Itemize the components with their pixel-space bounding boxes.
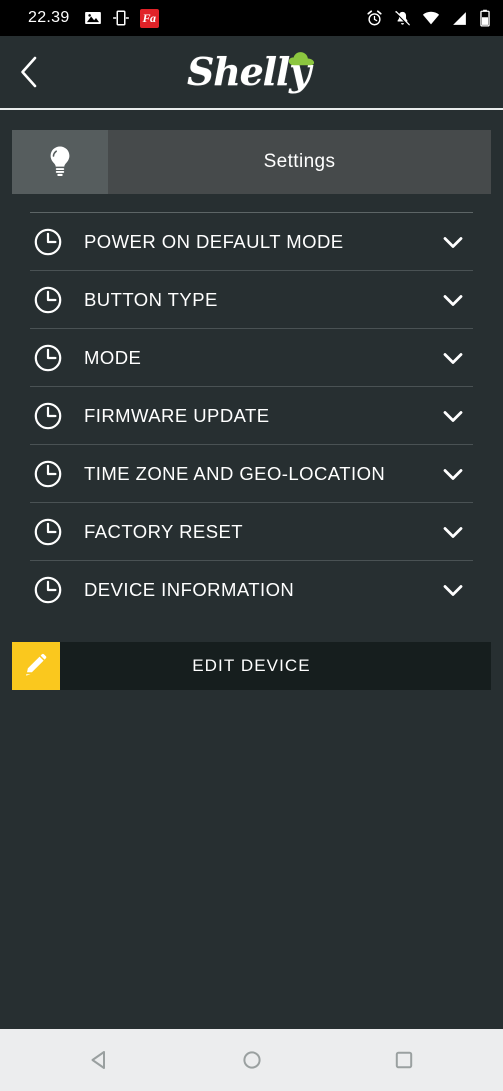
edit-device-label: EDIT DEVICE <box>192 656 311 675</box>
edit-device-button[interactable]: EDIT DEVICE <box>12 642 491 690</box>
settings-row-device-information[interactable]: DEVICE INFORMATION <box>30 560 473 618</box>
screenshot-icon <box>112 10 129 26</box>
nav-recents-button[interactable] <box>377 1033 431 1087</box>
app-bar: Shelly <box>0 36 503 110</box>
alarm-clock-icon <box>367 9 382 25</box>
clock-icon <box>30 517 66 547</box>
nav-back-button[interactable] <box>73 1033 127 1087</box>
chevron-left-icon <box>21 56 37 88</box>
settings-row-label: FACTORY RESET <box>84 520 244 542</box>
clock-icon <box>30 401 66 431</box>
status-bar-system-icons <box>366 9 491 27</box>
settings-row-time-zone-and-geo-location[interactable]: TIME ZONE AND GEO-LOCATION <box>30 444 473 502</box>
tab-bar: Settings <box>12 130 491 194</box>
clock-icon <box>30 343 66 373</box>
status-bar-notification-icons: Fa <box>84 8 159 28</box>
brand-logo: Shelly <box>0 36 503 108</box>
system-navigation-bar <box>0 1029 503 1091</box>
clock-icon <box>30 459 66 489</box>
image-icon <box>84 12 101 24</box>
status-bar: 22.39 Fa <box>0 0 503 36</box>
chevron-down-icon[interactable] <box>433 286 473 314</box>
settings-row-power-on-default-mode[interactable]: POWER ON DEFAULT MODE <box>30 212 473 270</box>
settings-row-mode[interactable]: MODE <box>30 328 473 386</box>
settings-row-label: DEVICE INFORMATION <box>84 578 295 600</box>
settings-row-firmware-update[interactable]: FIRMWARE UPDATE <box>30 386 473 444</box>
clock-icon <box>30 575 66 605</box>
fa-app-icon: Fa <box>139 8 159 28</box>
chevron-down-icon[interactable] <box>433 402 473 430</box>
wifi-icon <box>422 11 440 25</box>
lightbulb-icon <box>50 146 70 176</box>
status-bar-clock: 22.39 <box>28 9 70 26</box>
clock-icon <box>30 227 66 257</box>
back-button[interactable] <box>0 35 58 109</box>
brand-logo-text: Shelly <box>187 49 311 94</box>
clock-icon <box>30 285 66 315</box>
tab-device[interactable] <box>12 130 108 194</box>
settings-row-label: BUTTON TYPE <box>84 288 218 310</box>
settings-row-label: MODE <box>84 346 142 368</box>
app-window: 22.39 Fa Shelly Settings POWER ON DEFAUL… <box>0 0 503 1091</box>
square-recents-icon <box>395 1051 412 1069</box>
tab-settings[interactable]: Settings <box>108 130 491 194</box>
settings-list: POWER ON DEFAULT MODE BUTTON TYPE MODE F… <box>30 212 473 618</box>
circle-home-icon <box>242 1051 261 1069</box>
triangle-back-icon <box>91 1051 105 1069</box>
main-content: Settings POWER ON DEFAULT MODE BUTTON TY… <box>0 110 503 1029</box>
settings-row-button-type[interactable]: BUTTON TYPE <box>30 270 473 328</box>
pencil-icon <box>12 642 60 690</box>
notifications-off-icon <box>395 10 410 27</box>
battery-icon <box>480 9 490 27</box>
cloud-icon <box>288 52 315 66</box>
settings-row-label: FIRMWARE UPDATE <box>84 404 270 426</box>
chevron-down-icon[interactable] <box>433 576 473 604</box>
settings-row-label: TIME ZONE AND GEO-LOCATION <box>84 462 386 484</box>
chevron-down-icon[interactable] <box>433 460 473 488</box>
chevron-down-icon[interactable] <box>433 518 473 546</box>
chevron-down-icon[interactable] <box>433 228 473 256</box>
settings-row-label: POWER ON DEFAULT MODE <box>84 230 344 252</box>
chevron-down-icon[interactable] <box>433 344 473 372</box>
settings-row-factory-reset[interactable]: FACTORY RESET <box>30 502 473 560</box>
nav-home-button[interactable] <box>225 1033 279 1087</box>
cellular-signal-icon <box>453 11 466 25</box>
